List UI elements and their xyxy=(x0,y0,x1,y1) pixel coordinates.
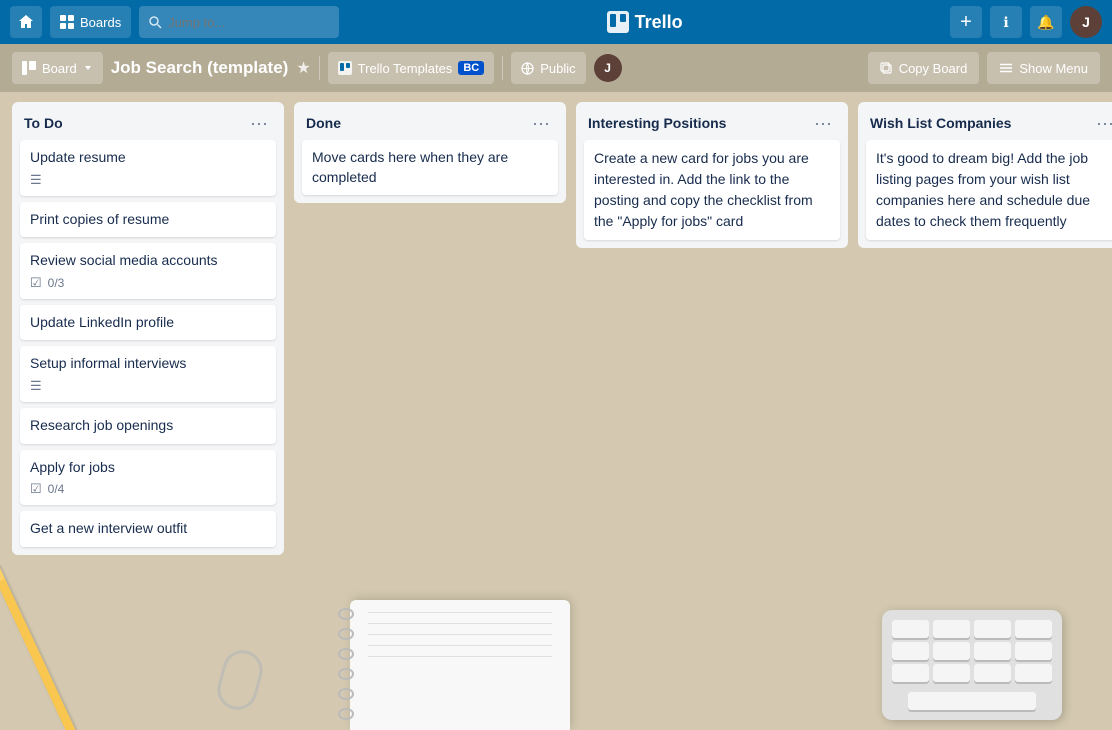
card-linkedin[interactable]: Update LinkedIn profile xyxy=(20,305,276,341)
divider xyxy=(319,56,320,80)
list-todo: To Do ··· Update resume ☰ Print copies o… xyxy=(12,102,284,555)
trello-small-icon xyxy=(338,61,352,75)
template-badge: BC xyxy=(458,61,484,75)
card-title: It's good to dream big! Add the job list… xyxy=(876,150,1090,229)
desc-icon: ☰ xyxy=(30,172,42,188)
card-title: Research job openings xyxy=(30,417,173,433)
checklist-icon: ☑ xyxy=(30,481,42,497)
card-meta: ☑ 0/3 xyxy=(30,275,266,291)
boards-button[interactable]: Boards xyxy=(50,6,131,38)
list-title-done: Done xyxy=(306,115,341,131)
trello-templates-button[interactable]: Trello Templates BC xyxy=(328,52,495,84)
boards-label: Boards xyxy=(80,15,121,30)
topbar: Boards Trello + ℹ 🔔 J xyxy=(0,0,1112,44)
card-update-resume[interactable]: Update resume ☰ xyxy=(20,140,276,196)
board-header: Board Job Search (template) ★ Trello Tem… xyxy=(0,44,1112,92)
card-meta: ☑ 0/4 xyxy=(30,481,266,497)
list-wishlist: Wish List Companies ··· It's good to dre… xyxy=(858,102,1112,248)
checklist-icon: ☑ xyxy=(30,275,42,291)
list-title-wishlist: Wish List Companies xyxy=(870,115,1011,131)
list-menu-done[interactable]: ··· xyxy=(528,114,554,132)
card-outfit[interactable]: Get a new interview outfit xyxy=(20,511,276,547)
copy-board-button[interactable]: Copy Board xyxy=(868,52,980,84)
card-title: Create a new card for jobs you are inter… xyxy=(594,150,813,229)
show-menu-button[interactable]: Show Menu xyxy=(987,52,1100,84)
add-button[interactable]: + xyxy=(950,6,982,38)
template-label: Trello Templates xyxy=(358,61,453,76)
logo-text: Trello xyxy=(635,12,683,33)
divider2 xyxy=(502,56,503,80)
list-header-interesting: Interesting Positions ··· xyxy=(584,110,840,134)
desc-icon: ☰ xyxy=(30,378,42,394)
trello-icon xyxy=(607,11,629,33)
card-research-jobs[interactable]: Research job openings xyxy=(20,408,276,444)
copy-icon xyxy=(880,62,893,75)
member-avatar[interactable]: J xyxy=(594,54,622,82)
card-done-placeholder[interactable]: Move cards here when they are completed xyxy=(302,140,558,195)
list-header-done: Done ··· xyxy=(302,110,558,134)
card-wishlist-placeholder[interactable]: It's good to dream big! Add the job list… xyxy=(866,140,1112,240)
visibility-button[interactable]: Public xyxy=(511,52,585,84)
list-done: Done ··· Move cards here when they are c… xyxy=(294,102,566,203)
star-icon[interactable]: ★ xyxy=(296,58,310,78)
copy-board-label: Copy Board xyxy=(899,61,968,76)
list-header-wishlist: Wish List Companies ··· xyxy=(866,110,1112,134)
card-title: Update resume xyxy=(30,148,266,168)
card-social-media[interactable]: Review social media accounts ☑ 0/3 xyxy=(20,243,276,299)
trello-logo: Trello xyxy=(607,11,683,33)
chevron-down-icon xyxy=(83,63,93,73)
globe-icon xyxy=(521,62,534,75)
show-menu-label: Show Menu xyxy=(1019,61,1088,76)
list-interesting: Interesting Positions ··· Create a new c… xyxy=(576,102,848,248)
card-title: Update LinkedIn profile xyxy=(30,314,174,330)
checklist-count: 0/3 xyxy=(48,276,65,290)
home-button[interactable] xyxy=(10,6,42,38)
search-box xyxy=(139,6,339,38)
card-interesting-placeholder[interactable]: Create a new card for jobs you are inter… xyxy=(584,140,840,240)
list-title-todo: To Do xyxy=(24,115,63,131)
card-title: Setup informal interviews xyxy=(30,354,266,374)
notifications-button[interactable]: 🔔 xyxy=(1030,6,1062,38)
card-apply-jobs[interactable]: Apply for jobs ☑ 0/4 xyxy=(20,450,276,506)
board-view-button[interactable]: Board xyxy=(12,52,103,84)
board-label: Board xyxy=(42,61,77,76)
card-title: Print copies of resume xyxy=(30,211,169,227)
list-title-interesting: Interesting Positions xyxy=(588,115,726,131)
lists-container: To Do ··· Update resume ☰ Print copies o… xyxy=(0,92,1112,565)
card-title: Apply for jobs xyxy=(30,458,266,478)
card-meta: ☰ xyxy=(30,172,266,188)
menu-icon xyxy=(999,61,1013,75)
list-menu-interesting[interactable]: ··· xyxy=(810,114,836,132)
card-title: Review social media accounts xyxy=(30,251,266,271)
board-title: Job Search (template) xyxy=(111,58,289,78)
grid-icon xyxy=(60,15,74,29)
search-input[interactable] xyxy=(168,15,308,30)
visibility-label: Public xyxy=(540,61,575,76)
list-menu-todo[interactable]: ··· xyxy=(246,114,272,132)
card-interviews[interactable]: Setup informal interviews ☰ xyxy=(20,346,276,402)
search-icon xyxy=(149,16,162,29)
checklist-count: 0/4 xyxy=(48,482,65,496)
card-print-resume[interactable]: Print copies of resume xyxy=(20,202,276,238)
home-icon xyxy=(18,14,34,30)
list-menu-wishlist[interactable]: ··· xyxy=(1092,114,1112,132)
info-button[interactable]: ℹ xyxy=(990,6,1022,38)
avatar[interactable]: J xyxy=(1070,6,1102,38)
card-title: Get a new interview outfit xyxy=(30,520,187,536)
board-icon xyxy=(22,61,36,75)
list-header-todo: To Do ··· xyxy=(20,110,276,134)
card-title: Move cards here when they are completed xyxy=(312,149,508,185)
card-meta: ☰ xyxy=(30,378,266,394)
